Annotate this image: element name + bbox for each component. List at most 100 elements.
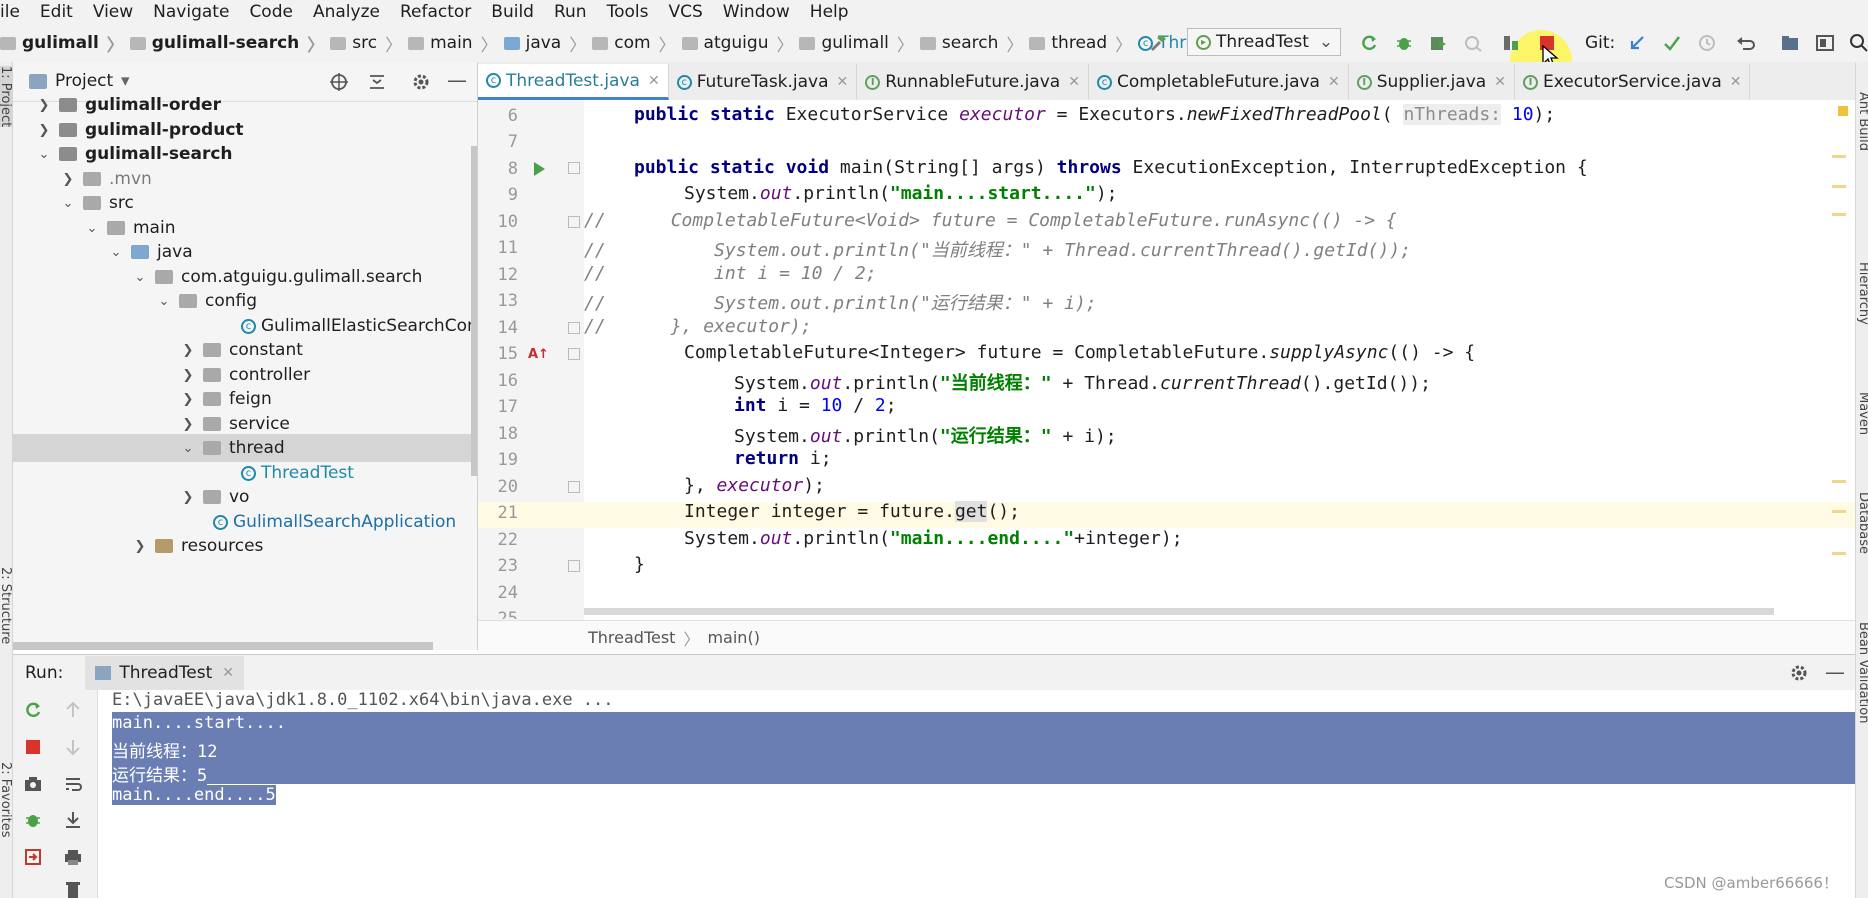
menu-run[interactable]: Run — [554, 2, 599, 22]
gear-icon[interactable] — [1789, 663, 1809, 683]
error-stripe-mark[interactable] — [1832, 552, 1846, 555]
fold-icon[interactable] — [568, 348, 580, 360]
menu-window[interactable]: Window — [723, 2, 802, 22]
menu-tools[interactable]: Tools — [607, 2, 661, 22]
tab-runnablefuture-java[interactable]: I RunnableFuture.java ✕ — [857, 64, 1089, 100]
run-console[interactable]: E:\javaEE\java\jdk1.8.0_1102.x64\bin\jav… — [98, 690, 1855, 898]
run-tab-threadtest[interactable]: ThreadTest ✕ — [85, 655, 244, 690]
close-icon[interactable]: ✕ — [1068, 74, 1080, 90]
run-configuration-dropdown[interactable]: ▸ ThreadTest ⌄ — [1187, 28, 1341, 56]
profile-icon[interactable] — [1463, 33, 1483, 53]
git-update-icon[interactable] — [1627, 33, 1647, 53]
chevron-right-icon[interactable]: ❯ — [133, 539, 147, 554]
breadcrumb-thread[interactable]: thread 〉 — [1029, 31, 1132, 56]
exit-icon[interactable] — [23, 847, 43, 867]
scroll-down-icon[interactable] — [63, 737, 83, 757]
soft-wrap-icon[interactable] — [63, 774, 83, 794]
editor-horizontal-scrollbar[interactable] — [584, 608, 1774, 615]
rerun-icon[interactable] — [23, 700, 43, 720]
scroll-to-end-icon[interactable] — [63, 810, 83, 830]
stop-icon[interactable] — [23, 737, 43, 757]
fold-icon[interactable] — [568, 162, 580, 174]
tree-node-gulimall-search[interactable]: ⌄ gulimall-search — [37, 140, 233, 168]
tree-node-feign[interactable]: ❯ feign — [181, 385, 272, 413]
favorites-tool-window-button[interactable]: 2: Favorites — [0, 762, 13, 838]
debug-threads-icon[interactable] — [23, 810, 43, 830]
warning-indicator-icon[interactable] — [1838, 106, 1848, 116]
close-icon[interactable]: ✕ — [222, 665, 234, 681]
chevron-right-icon[interactable]: ❯ — [181, 490, 195, 505]
breadcrumb-src[interactable]: src 〉 — [330, 31, 402, 56]
chevron-right-icon[interactable]: ❯ — [37, 98, 51, 113]
tree-node-constant[interactable]: ❯ constant — [181, 336, 303, 364]
chevron-down-icon[interactable]: ⌄ — [37, 147, 51, 162]
error-stripe-mark[interactable] — [1832, 155, 1846, 158]
fold-icon[interactable] — [568, 216, 580, 228]
minimize-icon[interactable]: — — [447, 68, 467, 92]
breadcrumb-gulimall[interactable]: gulimall 〉 — [0, 31, 124, 56]
rerun-icon[interactable] — [1359, 33, 1379, 53]
menu-refactor[interactable]: Refactor — [400, 2, 483, 22]
menu-edit[interactable]: Edit — [40, 2, 85, 22]
tree-node-threadtest[interactable]: c ThreadTest — [241, 459, 354, 487]
chevron-right-icon[interactable]: ❯ — [37, 123, 51, 138]
hierarchy-tool-button[interactable]: Hierarchy — [1856, 262, 1868, 325]
close-icon[interactable]: ✕ — [837, 74, 849, 90]
gear-icon[interactable] — [411, 72, 431, 92]
scroll-up-icon[interactable] — [63, 700, 83, 720]
vertical-scrollbar[interactable] — [471, 146, 477, 476]
override-gutter-icon[interactable]: A↑ — [528, 347, 549, 362]
close-icon[interactable]: ✕ — [1328, 74, 1340, 90]
ant-build-tool-button[interactable]: Ant Build — [1856, 92, 1868, 151]
breadcrumb-java[interactable]: java 〉 — [503, 31, 586, 56]
project-structure-icon[interactable] — [1780, 33, 1800, 53]
breadcrumb-gulimall-pkg[interactable]: gulimall 〉 — [799, 31, 914, 56]
error-stripe-mark[interactable] — [1832, 510, 1846, 513]
tree-node-vo[interactable]: ❯ vo — [181, 483, 250, 511]
close-icon[interactable]: ✕ — [648, 73, 660, 89]
tree-node-src[interactable]: ⌄ src — [61, 189, 134, 217]
run-gutter-icon[interactable] — [532, 161, 546, 177]
collapse-all-icon[interactable] — [367, 72, 387, 92]
project-tool-window-button[interactable]: 1: Project — [0, 66, 13, 128]
tree-node-thread[interactable]: ⌄ thread — [13, 434, 477, 462]
print-icon[interactable] — [63, 847, 83, 867]
history-icon[interactable] — [1697, 33, 1717, 53]
tab-executorservice-java[interactable]: I ExecutorService.java ✕ — [1515, 64, 1751, 100]
fold-icon[interactable] — [568, 322, 580, 334]
breadcrumb-main[interactable]: main 〉 — [408, 31, 498, 56]
chevron-down-icon[interactable]: ⌄ — [61, 196, 75, 211]
error-stripe-mark[interactable] — [1832, 480, 1846, 483]
menu-vcs[interactable]: VCS — [668, 2, 714, 22]
presentation-icon[interactable] — [1815, 33, 1835, 53]
database-tool-button[interactable]: Database — [1856, 492, 1868, 554]
chevron-right-icon[interactable]: ❯ — [181, 368, 195, 383]
chevron-right-icon[interactable]: ❯ — [181, 417, 195, 432]
camera-icon[interactable] — [23, 774, 43, 794]
chevron-down-icon[interactable]: ⌄ — [133, 270, 147, 285]
menu-code[interactable]: Code — [249, 2, 305, 22]
editor-breadcrumb-class[interactable]: ThreadTest — [588, 628, 675, 647]
attach-debugger-icon[interactable] — [1501, 33, 1521, 53]
structure-tool-window-button[interactable]: 2: Structure — [0, 567, 13, 644]
fold-icon[interactable] — [568, 481, 580, 493]
debug-icon[interactable] — [1394, 33, 1414, 53]
chevron-down-icon[interactable]: ⌄ — [181, 441, 195, 456]
chevron-down-icon[interactable]: ⌄ — [85, 221, 99, 236]
tab-threadtest-java[interactable]: c ThreadTest.java ✕ — [478, 64, 669, 100]
menu-navigate[interactable]: Navigate — [153, 2, 241, 22]
tab-supplier-java[interactable]: I Supplier.java ✕ — [1349, 64, 1515, 100]
menu-view[interactable]: View — [93, 2, 145, 22]
chevron-right-icon[interactable]: ❯ — [181, 392, 195, 407]
close-icon[interactable]: ✕ — [1494, 74, 1506, 90]
run-with-coverage-icon[interactable] — [1428, 33, 1448, 53]
horizontal-scrollbar[interactable] — [13, 642, 433, 650]
breadcrumb-gulimall-search[interactable]: gulimall-search 〉 — [129, 31, 324, 56]
tab-completablefuture-java[interactable]: c CompletableFuture.java ✕ — [1089, 64, 1349, 100]
chevron-down-icon[interactable]: ⌄ — [157, 294, 171, 309]
chevron-down-icon[interactable]: ⌄ — [109, 245, 123, 260]
breadcrumb-com[interactable]: com 〉 — [592, 31, 676, 56]
breadcrumb-search[interactable]: search 〉 — [919, 31, 1023, 56]
menu-analyze[interactable]: Analyze — [313, 2, 392, 22]
menu-help[interactable]: Help — [810, 2, 861, 22]
